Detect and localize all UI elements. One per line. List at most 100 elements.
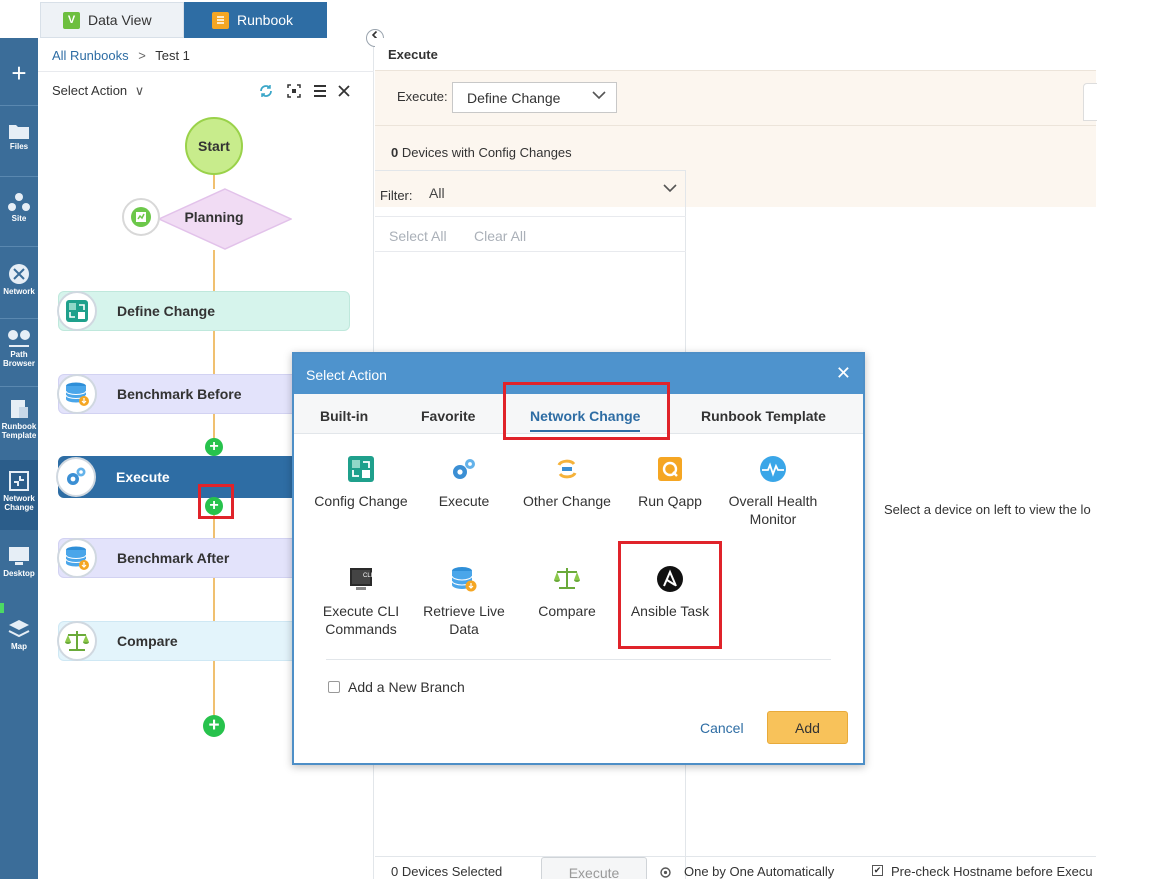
rail-divider xyxy=(0,386,38,387)
add-icon[interactable]: + xyxy=(0,58,38,88)
chevron-down-icon[interactable] xyxy=(663,183,677,193)
action-retrieve-live-data[interactable]: Retrieve Live Data xyxy=(412,564,516,638)
database-icon xyxy=(57,538,97,578)
tab-data-view[interactable]: V Data View xyxy=(40,2,184,38)
breadcrumb-all-runbooks[interactable]: All Runbooks xyxy=(52,48,129,63)
left-rail: + Files Site Network Path Browser Runboo… xyxy=(0,0,38,879)
cli-icon: CLI xyxy=(346,564,376,594)
path-icon xyxy=(8,330,30,347)
add-branch-checkbox[interactable] xyxy=(328,681,340,693)
devices-summary: 0 Devices with Config Changes xyxy=(391,145,572,160)
scales-icon xyxy=(57,621,97,661)
highlight-box-ansible-task xyxy=(618,541,722,649)
pane-title: Execute xyxy=(388,47,438,62)
rail-item-label: Runbook Template xyxy=(1,422,37,440)
flow-connector xyxy=(213,250,215,291)
filter-select[interactable]: All xyxy=(429,185,445,201)
step-benchmark-before[interactable]: Benchmark Before xyxy=(57,374,328,414)
site-icon xyxy=(8,193,30,211)
tab-favorite[interactable]: Favorite xyxy=(421,408,475,424)
cancel-button[interactable]: Cancel xyxy=(700,720,744,736)
tab-built-in[interactable]: Built-in xyxy=(320,408,368,424)
add-step-icon[interactable]: + xyxy=(203,715,225,737)
breadcrumb: All Runbooks > Test 1 xyxy=(52,48,190,63)
add-branch-option[interactable]: Add a New Branch xyxy=(328,679,465,695)
precheck-checkbox[interactable]: ✔ xyxy=(872,865,883,876)
add-button[interactable]: Add xyxy=(767,711,848,744)
step-compare[interactable]: Compare xyxy=(57,621,328,661)
execute-select[interactable]: Define Change xyxy=(452,82,617,113)
execute-select-label: Execute: xyxy=(397,89,448,104)
close-icon[interactable] xyxy=(336,83,352,99)
rail-item-map[interactable]: Map xyxy=(0,618,38,651)
step-label: Benchmark After xyxy=(117,550,230,566)
rail-item-label: Map xyxy=(11,642,27,651)
top-tabs: V Data View Runbook xyxy=(38,0,1096,38)
devices-text: Devices with Config Changes xyxy=(401,145,572,160)
action-execute[interactable]: Execute xyxy=(412,454,516,510)
refresh-icon[interactable] xyxy=(258,83,274,99)
add-step-icon[interactable]: + xyxy=(205,438,223,456)
bottom-bar: 0 Devices Selected Execute One by One Au… xyxy=(375,856,1096,879)
network-change-icon xyxy=(9,471,29,491)
menu-icon[interactable] xyxy=(312,83,328,99)
precheck-label: Pre-check Hostname before Execu xyxy=(891,864,1093,879)
execution-mode[interactable]: One by One Automatically xyxy=(684,864,834,879)
execute-button[interactable]: Execute xyxy=(541,857,647,879)
selection-controls: Select All Clear All xyxy=(375,216,686,252)
step-label: Compare xyxy=(117,633,178,649)
close-icon[interactable]: ✕ xyxy=(836,363,851,384)
rail-item-network-change[interactable]: Network Change xyxy=(0,460,38,530)
select-action-dropdown[interactable]: Select Action ∨ xyxy=(52,83,144,99)
action-label: Execute CLI Commands xyxy=(322,603,400,637)
runbook-icon xyxy=(212,11,229,29)
map-icon xyxy=(8,620,30,638)
clear-all-link[interactable]: Clear All xyxy=(474,228,526,244)
rail-divider xyxy=(0,105,38,106)
highlight-box-add-step xyxy=(198,484,234,519)
define-change-icon xyxy=(57,291,97,331)
flow-connector xyxy=(213,578,215,621)
action-run-qapp[interactable]: Run Qapp xyxy=(618,454,722,510)
dialog-divider xyxy=(326,659,831,660)
rail-divider xyxy=(0,318,38,319)
rail-item-runbook-template[interactable]: Runbook Template xyxy=(0,398,38,440)
select-action-label: Select Action xyxy=(52,83,128,98)
flow-toolbar: Select Action ∨ xyxy=(38,71,374,111)
tab-runbook-template[interactable]: Runbook Template xyxy=(701,408,826,424)
rail-divider xyxy=(0,176,38,177)
rail-item-path-browser[interactable]: Path Browser xyxy=(0,328,38,368)
step-benchmark-after[interactable]: Benchmark After xyxy=(57,538,328,578)
start-node[interactable]: Start xyxy=(185,117,243,175)
step-define-change[interactable]: Define Change xyxy=(57,291,350,331)
action-config-change[interactable]: Config Change xyxy=(309,454,413,510)
rail-item-label: Desktop xyxy=(3,569,35,578)
rail-item-site[interactable]: Site xyxy=(0,192,38,223)
rail-item-desktop[interactable]: Desktop xyxy=(0,545,38,578)
devices-count: 0 xyxy=(391,145,399,160)
rail-divider xyxy=(0,246,38,247)
filter-label: Filter: xyxy=(380,188,413,203)
desktop-icon xyxy=(9,547,29,565)
network-icon xyxy=(9,264,29,284)
chevron-down-icon: ∨ xyxy=(134,83,145,98)
side-tab-edge[interactable] xyxy=(1083,83,1097,121)
action-compare[interactable]: Compare xyxy=(515,564,619,620)
action-label: Other Change xyxy=(523,493,611,509)
select-all-link[interactable]: Select All xyxy=(389,228,447,244)
fit-screen-icon[interactable] xyxy=(286,83,302,99)
planning-label: Planning xyxy=(184,209,244,225)
tab-runbook[interactable]: Runbook xyxy=(184,2,327,38)
gear-icon[interactable] xyxy=(659,866,672,879)
app-root: + Files Site Network Path Browser Runboo… xyxy=(0,0,1152,879)
action-execute-cli-commands[interactable]: CLI Execute CLI Commands xyxy=(309,564,413,638)
rail-item-network[interactable]: Network xyxy=(0,263,38,296)
step-label: Execute xyxy=(116,469,170,485)
action-overall-health-monitor[interactable]: Overall Health Monitor xyxy=(721,454,825,528)
database-icon xyxy=(57,374,97,414)
health-monitor-icon xyxy=(758,454,788,484)
action-other-change[interactable]: Other Change xyxy=(515,454,619,510)
step-execute[interactable]: Execute xyxy=(56,456,328,498)
execute-select-value: Define Change xyxy=(467,90,561,106)
rail-item-files[interactable]: Files xyxy=(0,122,38,151)
